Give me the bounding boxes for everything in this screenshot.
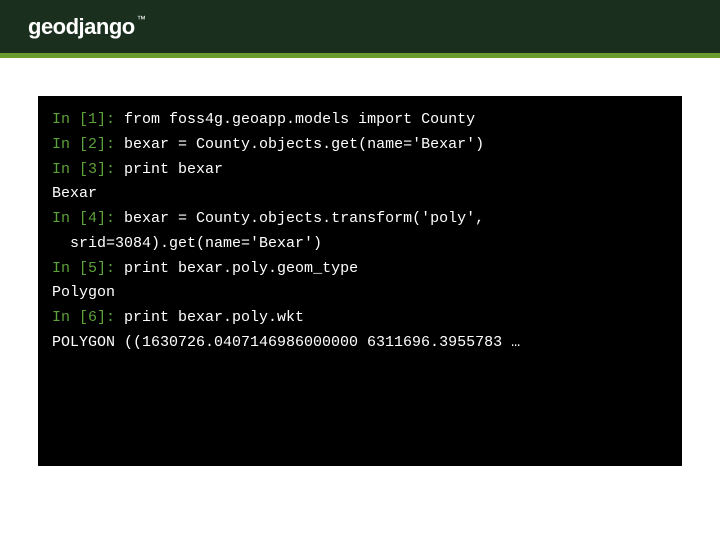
prompt-in: In	[52, 136, 79, 153]
slide-content: In [1]: from foss4g.geoapp.models import…	[0, 58, 720, 466]
prompt-num: [5]:	[79, 260, 115, 277]
prompt-in: In	[52, 111, 79, 128]
code-text: from foss4g.geoapp.models import County	[115, 111, 475, 128]
terminal: In [1]: from foss4g.geoapp.models import…	[38, 96, 682, 466]
terminal-output: POLYGON ((1630726.0407146986000000 63116…	[52, 331, 668, 356]
code-text: print bexar.poly.wkt	[115, 309, 304, 326]
brand-logo: geodjango™	[28, 14, 145, 40]
prompt-num: [1]:	[79, 111, 115, 128]
prompt-num: [6]:	[79, 309, 115, 326]
terminal-continuation: srid=3084).get(name='Bexar')	[52, 232, 668, 257]
header-bar: geodjango™	[0, 0, 720, 58]
terminal-output: Bexar	[52, 182, 668, 207]
prompt-in: In	[52, 210, 79, 227]
terminal-line: In [4]: bexar = County.objects.transform…	[52, 207, 668, 232]
trademark-icon: ™	[137, 14, 146, 24]
prompt-in: In	[52, 260, 79, 277]
terminal-line: In [5]: print bexar.poly.geom_type	[52, 257, 668, 282]
brand-text: geodjango	[28, 14, 135, 39]
prompt-in: In	[52, 161, 79, 178]
prompt-num: [3]:	[79, 161, 115, 178]
prompt-num: [4]:	[79, 210, 115, 227]
terminal-output: Polygon	[52, 281, 668, 306]
prompt-in: In	[52, 309, 79, 326]
code-text: print bexar.poly.geom_type	[115, 260, 358, 277]
terminal-line: In [3]: print bexar	[52, 158, 668, 183]
terminal-line: In [2]: bexar = County.objects.get(name=…	[52, 133, 668, 158]
code-text: print bexar	[115, 161, 223, 178]
terminal-line: In [1]: from foss4g.geoapp.models import…	[52, 108, 668, 133]
code-text: bexar = County.objects.get(name='Bexar')	[115, 136, 484, 153]
prompt-num: [2]:	[79, 136, 115, 153]
code-text: bexar = County.objects.transform('poly',	[115, 210, 484, 227]
terminal-line: In [6]: print bexar.poly.wkt	[52, 306, 668, 331]
